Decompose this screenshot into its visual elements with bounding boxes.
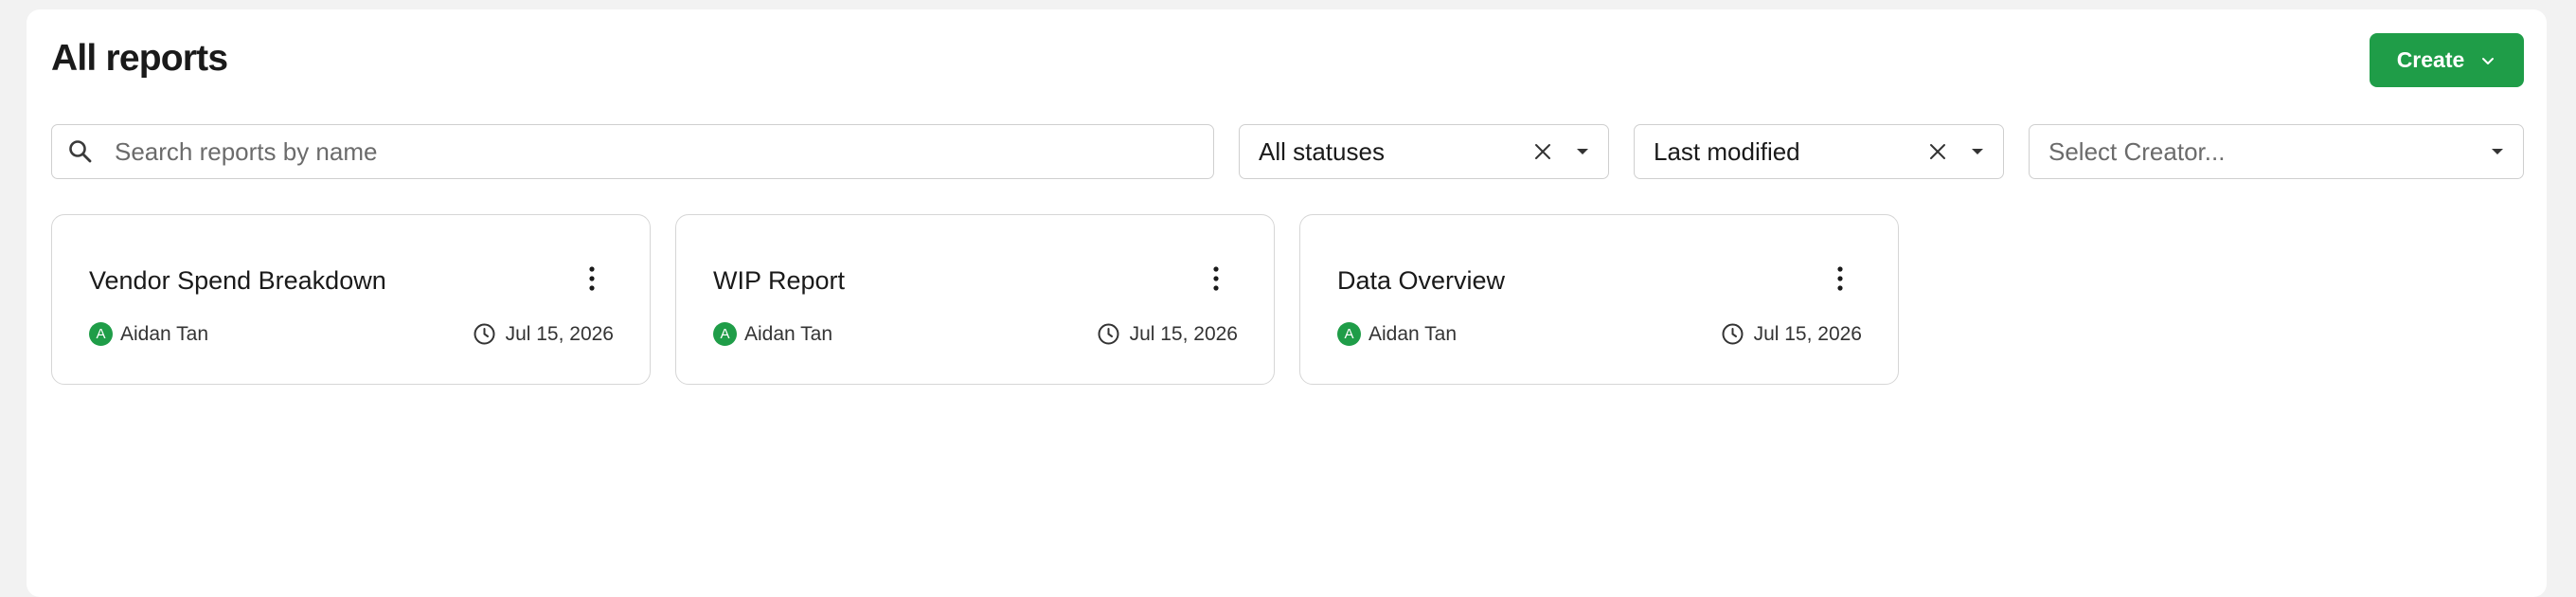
create-button[interactable]: Create [2370,33,2524,87]
report-card-author: A Aidan Tan [1337,322,1457,346]
clock-icon [474,323,495,345]
avatar: A [713,322,737,346]
sort-select[interactable]: Last modified [1634,124,2004,179]
page-title: All reports [51,38,228,79]
report-card-date: Jul 15, 2026 [1721,322,1862,346]
creator-select[interactable]: Select Creator... [2029,124,2524,179]
creator-select-placeholder: Select Creator... [2048,136,2226,166]
vertical-dots-icon[interactable] [585,264,599,293]
report-card[interactable]: Vendor Spend Breakdown A Aidan Tan Jul 1… [51,214,651,385]
report-card-date: Jul 15, 2026 [473,322,614,346]
report-card-title: WIP Report [713,266,846,295]
report-card-author: A Aidan Tan [89,322,208,346]
chevron-down-icon [2482,57,2495,64]
search-icon [69,140,92,163]
avatar: A [1337,322,1361,346]
caret-down-icon[interactable] [1576,147,1589,156]
report-card[interactable]: WIP Report A Aidan Tan Jul 15, 2026 [675,214,1275,385]
avatar: A [89,322,113,346]
vertical-dots-icon[interactable] [1834,264,1847,293]
search-input[interactable] [115,136,1213,167]
author-name: Aidan Tan [120,322,209,345]
status-select-value: All statuses [1259,136,1385,166]
close-icon[interactable] [1927,141,1948,162]
vertical-dots-icon[interactable] [1209,264,1223,293]
clock-icon [1098,323,1119,345]
author-name: Aidan Tan [744,322,833,345]
report-card-title: Data Overview [1337,266,1506,295]
date-text: Jul 15, 2026 [1129,322,1238,345]
report-card-author: A Aidan Tan [713,322,832,346]
caret-down-icon[interactable] [1971,147,1984,156]
author-name: Aidan Tan [1368,322,1458,345]
create-button-label: Create [2396,47,2465,72]
close-icon[interactable] [1532,141,1553,162]
report-card-date: Jul 15, 2026 [1097,322,1238,346]
report-card-title: Vendor Spend Breakdown [89,266,386,295]
date-text: Jul 15, 2026 [1753,322,1862,345]
sort-select-value: Last modified [1654,136,1800,166]
caret-down-icon[interactable] [2491,147,2504,156]
status-select[interactable]: All statuses [1239,124,1609,179]
report-card[interactable]: Data Overview A Aidan Tan Jul 15, 2026 [1299,214,1899,385]
date-text: Jul 15, 2026 [505,322,614,345]
clock-icon [1722,323,1744,345]
search-box[interactable] [51,124,1214,179]
